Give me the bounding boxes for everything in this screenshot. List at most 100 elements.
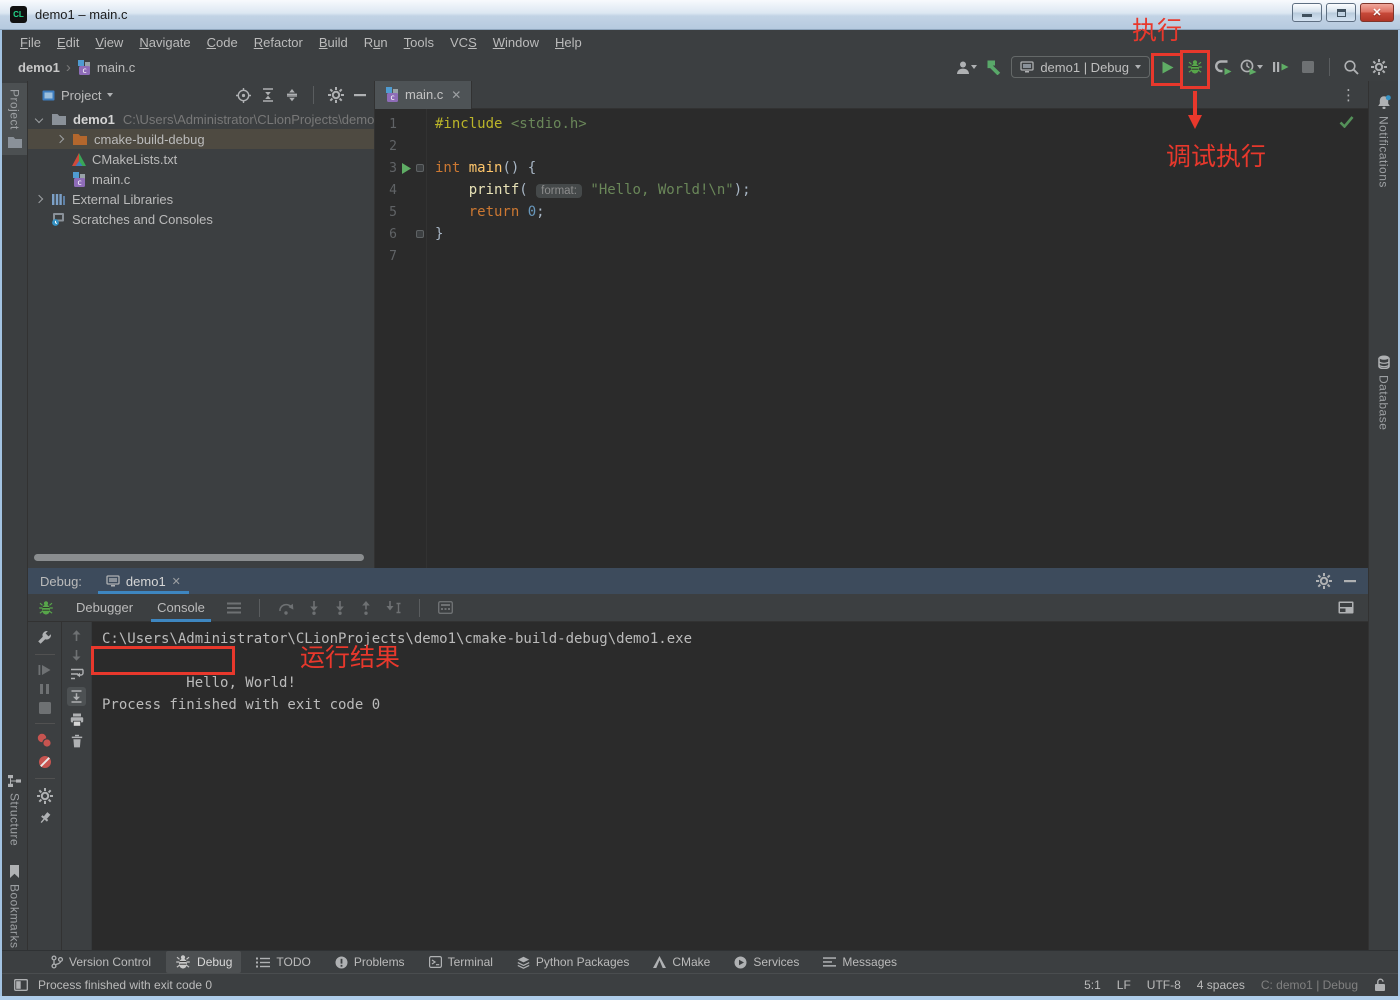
toolwindow-button-messages[interactable]: Messages <box>814 952 906 972</box>
caret-position[interactable]: 5:1 <box>1084 978 1101 992</box>
tree-item-cmake-build-debug[interactable]: cmake-build-debug <box>28 129 374 149</box>
collapse-all-icon[interactable] <box>285 88 299 102</box>
toolwindow-button-cmake[interactable]: CMake <box>644 952 719 972</box>
tree-item-demo1[interactable]: demo1 C:\Users\Administrator\CLionProject… <box>28 109 374 129</box>
toolwindow-button-python-packages[interactable]: Python Packages <box>508 952 638 972</box>
menu-vcs[interactable]: VCS <box>442 33 485 52</box>
stop-icon[interactable] <box>38 702 51 714</box>
attach-to-process-button[interactable] <box>1269 55 1291 79</box>
stripe-tab-notifications[interactable]: Notifications <box>1369 89 1398 194</box>
run-to-cursor-icon[interactable] <box>386 600 401 615</box>
menu-window[interactable]: Window <box>485 33 547 52</box>
menu-help[interactable]: Help <box>547 33 590 52</box>
tab-console[interactable]: Console <box>145 594 217 622</box>
indent-style[interactable]: 4 spaces <box>1197 978 1245 992</box>
menu-code[interactable]: Code <box>199 33 246 52</box>
toolwindow-button-terminal[interactable]: Terminal <box>420 952 502 972</box>
settings-button[interactable] <box>1368 55 1390 79</box>
line-separator[interactable]: LF <box>1117 978 1131 992</box>
evaluate-expression-icon[interactable] <box>437 601 453 614</box>
tool-window-toggle-icon[interactable] <box>14 979 28 991</box>
clear-console-icon[interactable] <box>71 734 83 748</box>
toolwindow-button-problems[interactable]: Problems <box>326 952 414 972</box>
step-over-icon[interactable] <box>278 601 294 615</box>
breadcrumb-project[interactable]: demo1 <box>18 60 60 75</box>
fold-marker-icon[interactable] <box>416 230 424 238</box>
tab-debugger[interactable]: Debugger <box>64 594 145 622</box>
step-out-icon[interactable] <box>360 600 372 615</box>
toolwindow-button-debug[interactable]: Debug <box>166 951 242 973</box>
close-tab-icon[interactable]: ✕ <box>451 88 461 102</box>
menu-edit[interactable]: Edit <box>49 33 87 52</box>
locate-file-icon[interactable] <box>236 87 251 103</box>
force-step-into-icon[interactable] <box>334 600 346 615</box>
file-encoding[interactable]: UTF-8 <box>1147 978 1181 992</box>
debug-button[interactable]: 调试执行 <box>1166 50 1266 171</box>
gear-icon[interactable] <box>1316 573 1332 589</box>
stripe-tab-project[interactable]: Project <box>2 83 27 155</box>
toolwindow-button-todo[interactable]: TODO <box>247 952 319 972</box>
stripe-tab-database[interactable]: Database <box>1369 349 1398 436</box>
restore-layout-icon[interactable] <box>1338 601 1354 614</box>
maximize-button[interactable] <box>1326 3 1356 22</box>
next-occurrence-icon[interactable] <box>71 649 82 661</box>
hide-panel-icon[interactable] <box>1344 579 1356 583</box>
editor-tab-main-c[interactable]: c main.c ✕ <box>375 80 473 109</box>
expand-all-icon[interactable] <box>261 88 275 102</box>
stripe-tab-structure[interactable]: Structure <box>2 769 27 852</box>
chevron-right-icon[interactable] <box>35 195 44 204</box>
menu-build[interactable]: Build <box>311 33 356 52</box>
menu-file[interactable]: File <box>12 33 49 52</box>
fold-marker-icon[interactable] <box>416 164 424 172</box>
resume-icon[interactable] <box>38 664 51 676</box>
close-button[interactable]: ✕ <box>1360 3 1394 22</box>
coverage-button[interactable] <box>1212 55 1234 79</box>
user-button[interactable] <box>955 55 978 79</box>
pause-icon[interactable] <box>39 683 50 695</box>
wrench-settings-icon[interactable] <box>37 630 52 645</box>
lock-icon[interactable] <box>1374 978 1386 992</box>
profiler-button[interactable] <box>1240 55 1263 79</box>
run-configuration-select[interactable]: demo1 | Debug <box>1011 56 1150 78</box>
step-into-icon[interactable] <box>308 600 320 615</box>
stripe-tab-bookmarks[interactable]: Bookmarks <box>2 859 27 955</box>
editor[interactable]: c main.c ✕ ⋮ 1 2 3 4 5 6 7 #include <stdio.h> i… <box>375 80 1368 568</box>
menu-tools[interactable]: Tools <box>396 33 442 52</box>
debug-session-tab[interactable]: demo1 ✕ <box>97 568 189 594</box>
tree-item-main-c[interactable]: c main.c <box>28 169 374 189</box>
threads-view-icon[interactable] <box>226 602 241 614</box>
debug-console[interactable]: C:\Users\Administrator\CLionProjects\dem… <box>91 622 1368 950</box>
code-area[interactable]: #include <stdio.h> int main() { printf( f… <box>427 109 1368 568</box>
menu-view[interactable]: View <box>87 33 131 52</box>
toolwindow-button-version-control[interactable]: Version Control <box>42 952 160 972</box>
tree-item-cmakelists-txt[interactable]: CMakeLists.txt <box>28 149 374 169</box>
breadcrumb-file[interactable]: main.c <box>97 60 135 75</box>
horizontal-scrollbar[interactable] <box>34 554 364 561</box>
chevron-right-icon[interactable] <box>56 135 65 144</box>
prev-occurrence-icon[interactable] <box>71 630 82 642</box>
search-everywhere-button[interactable] <box>1340 55 1362 79</box>
run-line-icon[interactable] <box>397 162 414 174</box>
scroll-to-end-icon[interactable] <box>67 687 86 706</box>
build-button[interactable] <box>983 55 1005 79</box>
run-button[interactable]: 执行 <box>1132 17 1183 86</box>
project-panel-title[interactable]: Project <box>61 88 101 103</box>
pin-icon[interactable] <box>38 811 52 825</box>
menu-navigate[interactable]: Navigate <box>131 33 198 52</box>
hide-panel-icon[interactable] <box>354 93 366 97</box>
chevron-down-icon[interactable] <box>107 93 114 97</box>
tree-item-external-libraries[interactable]: External Libraries <box>28 189 374 209</box>
menu-run[interactable]: Run <box>356 33 396 52</box>
view-breakpoints-icon[interactable] <box>37 733 52 748</box>
menu-refactor[interactable]: Refactor <box>246 33 311 52</box>
minimize-button[interactable] <box>1292 3 1322 22</box>
gear-icon[interactable] <box>328 87 344 103</box>
close-session-icon[interactable]: ✕ <box>172 575 181 588</box>
debugger-settings-icon[interactable] <box>36 788 53 804</box>
toolwindow-button-services[interactable]: Services <box>725 952 808 972</box>
tree-item-scratches-and-consoles[interactable]: Scratches and Consoles <box>28 209 374 229</box>
editor-options-icon[interactable]: ⋮ <box>1341 86 1356 104</box>
stop-button[interactable] <box>1297 55 1319 79</box>
chevron-down-icon[interactable] <box>35 115 44 124</box>
print-icon[interactable] <box>70 713 84 727</box>
